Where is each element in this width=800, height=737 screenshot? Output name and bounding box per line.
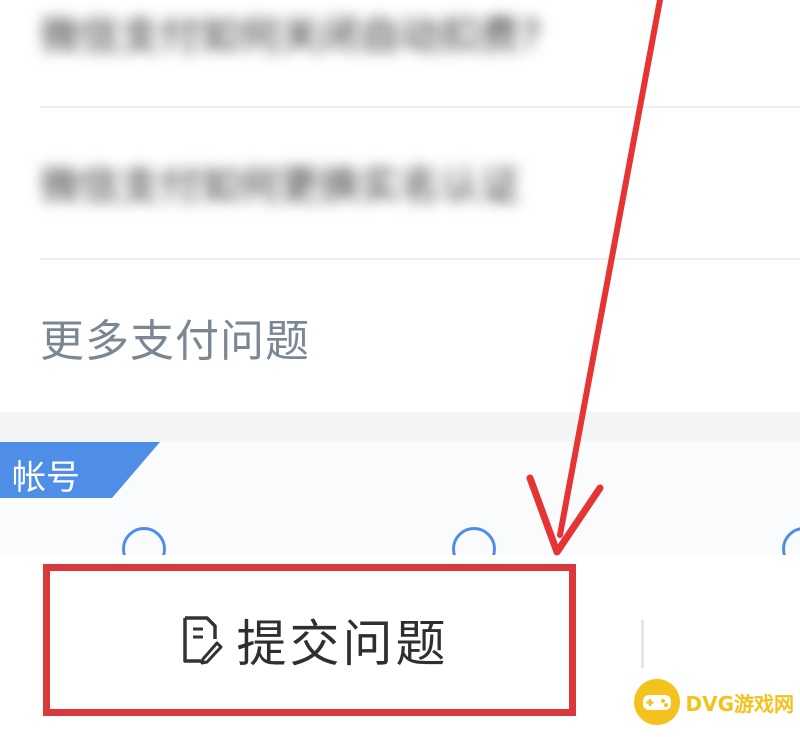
section-gap (0, 412, 800, 442)
divider (40, 258, 800, 260)
faq-item[interactable]: 微信支付如何关闭自动扣费? (40, 2, 760, 62)
more-payment-questions-link[interactable]: 更多支付问题 (40, 305, 310, 369)
submit-question-button[interactable]: 提交问题 (43, 564, 576, 716)
toolbar-divider (641, 620, 644, 668)
divider (40, 106, 800, 108)
watermark-text: DVG游戏网 (685, 691, 795, 716)
faq-item[interactable]: 微信支付如何更换实名认证 (40, 152, 760, 212)
gamepad-icon (634, 679, 680, 725)
submit-question-label: 提交问题 (236, 615, 449, 673)
watermark: DVG游戏网 (634, 677, 794, 727)
account-tag-label: 帐号 (12, 458, 80, 498)
faq-list: 微信支付如何关闭自动扣费? 微信支付如何更换实名认证 更多支付问题 (0, 0, 800, 412)
edit-icon (182, 616, 222, 665)
